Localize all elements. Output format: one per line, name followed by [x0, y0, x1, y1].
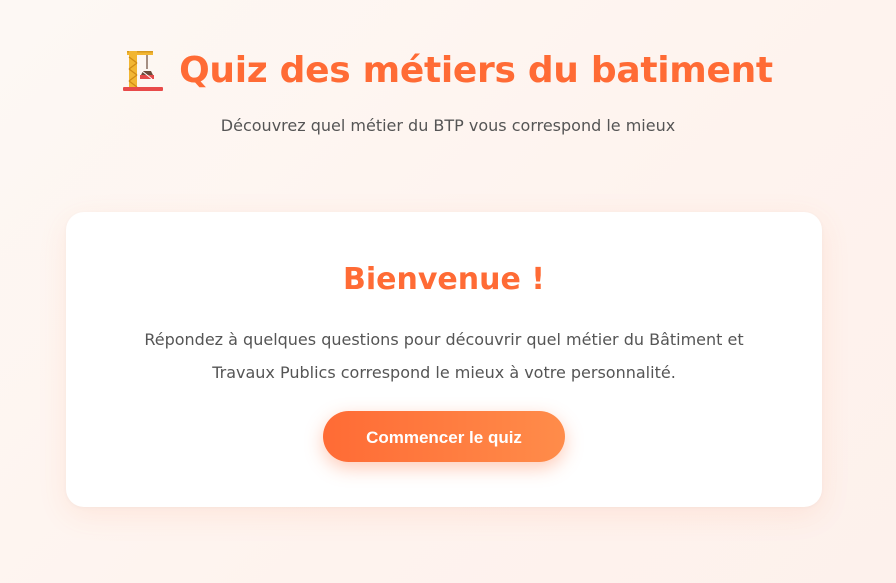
page-subtitle: Découvrez quel métier du BTP vous corres… — [220, 116, 676, 135]
page-header: Quiz des métiers du batiment Découvrez q… — [0, 44, 896, 135]
page-title: Quiz des métiers du batiment — [179, 49, 773, 91]
welcome-title: Bienvenue ! — [343, 262, 545, 297]
start-quiz-button[interactable]: Commencer le quiz — [323, 411, 565, 462]
welcome-card: Bienvenue ! Répondez à quelques question… — [66, 212, 822, 507]
title-row: Quiz des métiers du batiment — [0, 44, 896, 96]
welcome-description: Répondez à quelques questions pour décou… — [144, 330, 744, 382]
construction-crane-icon — [123, 47, 165, 93]
